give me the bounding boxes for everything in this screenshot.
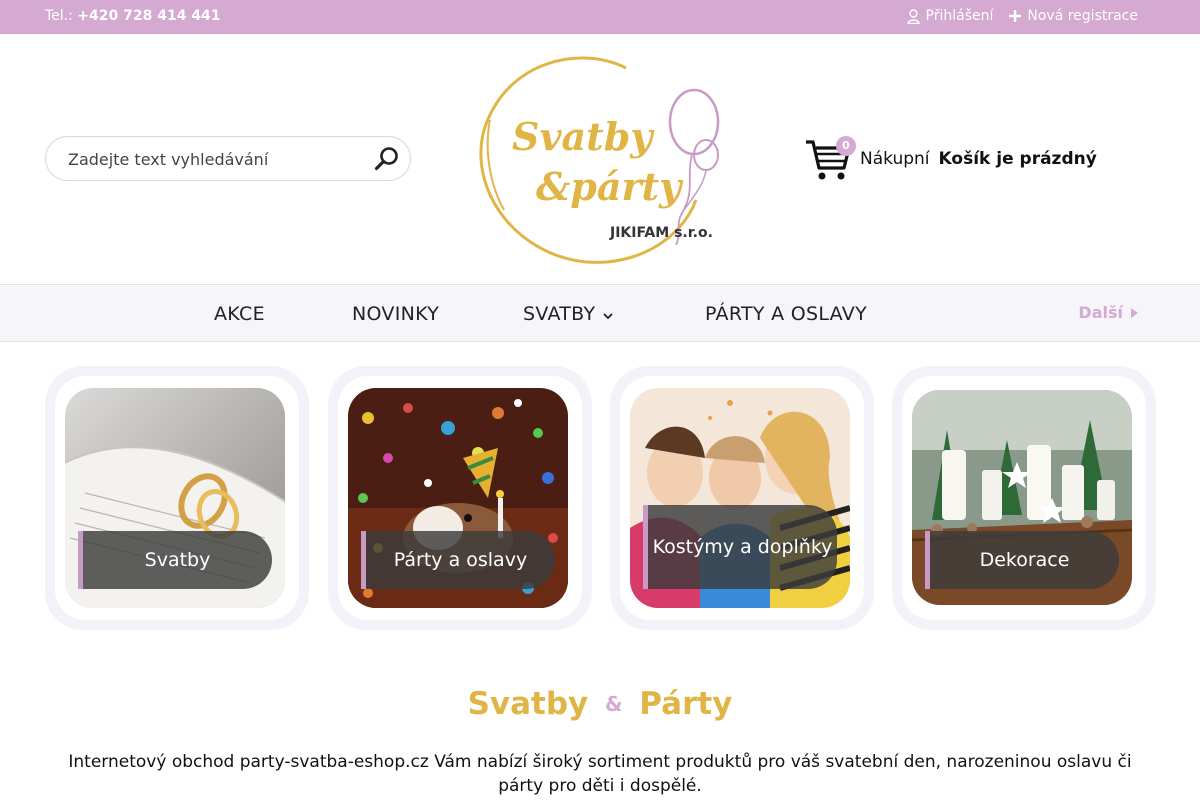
site-logo[interactable]: Svatby &párty JIKIFAM s.r.o. (476, 50, 726, 266)
plus-icon (1009, 10, 1022, 22)
intro-heading: Svatby & Párty (0, 686, 1200, 722)
intro-heading-amp: & (605, 692, 623, 716)
nav-item-svatby-label: SVATBY (523, 303, 596, 325)
nav-more-label: Další (1078, 303, 1123, 322)
cart-label: Nákupní (860, 149, 930, 169)
category-tile-party[interactable]: Párty a oslavy (328, 366, 592, 630)
phone-number[interactable]: +420 728 414 441 (77, 8, 220, 24)
logo-text-2: &párty (536, 164, 684, 209)
phone-info: Tel.: +420 728 414 441 (45, 8, 221, 24)
nav-item-party[interactable]: PÁRTY A OSLAVY (705, 303, 867, 325)
category-label: Kostýmy a doplňky (643, 505, 837, 589)
search-icon[interactable] (374, 146, 400, 172)
chevron-down-icon (603, 303, 614, 325)
logo-company: JIKIFAM s.r.o. (609, 225, 713, 241)
top-bar: Tel.: +420 728 414 441 Přihlášení Nová r… (0, 0, 1200, 34)
cart-icon: 0 (804, 136, 856, 182)
main-nav: AKCE NOVINKY SVATBY PÁRTY A OSLAVY Další (0, 284, 1200, 342)
category-label: Dekorace (925, 531, 1119, 589)
logo-text-1: Svatby (512, 114, 655, 159)
intro-heading-right: Párty (639, 686, 733, 722)
register-label: Nová registrace (1027, 8, 1138, 24)
nav-item-novinky[interactable]: NOVINKY (352, 303, 439, 325)
user-icon (906, 8, 920, 24)
category-tile-kostymy[interactable]: Kostýmy a doplňky (610, 366, 874, 630)
nav-item-svatby[interactable]: SVATBY (523, 303, 614, 325)
cart-count-badge: 0 (836, 136, 856, 156)
login-link[interactable]: Přihlášení (906, 8, 994, 24)
category-label: Svatby (78, 531, 272, 589)
search-input[interactable] (68, 147, 358, 171)
intro-text: Internetový obchod party-svatba-eshop.cz… (68, 752, 1132, 796)
chevron-right-icon (1131, 303, 1138, 322)
nav-more-button[interactable]: Další (1078, 303, 1138, 322)
register-link[interactable]: Nová registrace (1009, 8, 1138, 24)
cart-widget[interactable]: 0 Nákupní Košík je prázdný (804, 136, 1097, 182)
category-label: Párty a oslavy (361, 531, 555, 589)
search-box (45, 136, 411, 181)
category-tile-dekorace[interactable]: Dekorace (892, 366, 1156, 630)
phone-label: Tel.: (45, 8, 73, 24)
cart-status: Košík je prázdný (938, 149, 1097, 169)
account-links: Přihlášení Nová registrace (906, 8, 1138, 24)
login-label: Přihlášení (925, 8, 994, 24)
intro-heading-left: Svatby (467, 686, 589, 722)
nav-item-akce[interactable]: AKCE (214, 303, 265, 325)
category-tile-svatby[interactable]: Svatby (45, 366, 309, 630)
